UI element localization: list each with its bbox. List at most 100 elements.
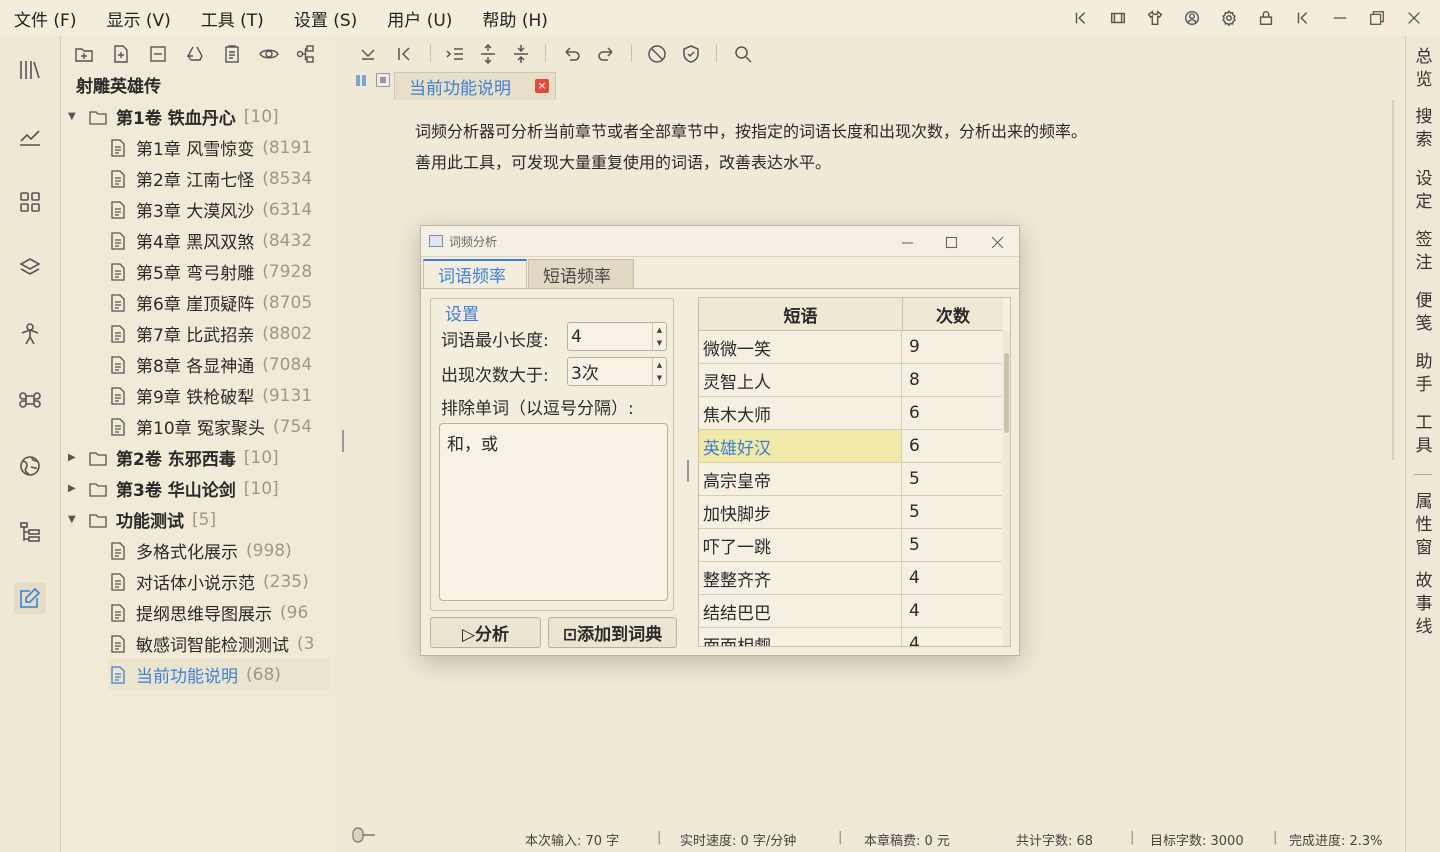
recycle-icon[interactable] [183,42,207,66]
tab-word-frequency[interactable]: 词语频率 [423,259,527,288]
indent-icon[interactable] [443,42,467,66]
tree-chapter[interactable]: 敏感词智能检测测试 (3 [108,628,330,659]
tree-chapter[interactable]: 第1章 风雪惊变 (8191 [108,132,330,163]
editor-scrollbar[interactable] [1392,100,1394,460]
tab-menu-icon[interactable] [376,73,390,87]
right-tab-settings[interactable]: 设定 [1414,168,1434,214]
add-to-dictionary-button[interactable]: ⊡添加到词典 [548,617,677,648]
tab-close-icon[interactable]: × [535,79,549,93]
menu-help[interactable]: 帮助 (H) [482,6,547,31]
spin-arrows[interactable]: ▲ ▼ [652,358,666,385]
tree-volume[interactable]: ▼ 第1卷 铁血丹心 [10] [68,101,330,132]
spin-down-icon[interactable]: ▼ [657,374,662,382]
table-row[interactable]: 英雄好汉 6 [699,430,1002,463]
collapse-right-icon[interactable] [1284,0,1321,36]
library-icon[interactable] [14,54,46,86]
menu-file[interactable]: 文件 (F) [14,6,76,31]
tree-chapter[interactable]: 第7章 比武招亲 (8802 [108,318,330,349]
tree-chapter[interactable]: 第4章 黑风双煞 (8432 [108,225,330,256]
scrollbar-thumb[interactable] [1004,353,1009,433]
table-row[interactable]: 微微一笑 9 [699,331,1002,364]
tree-chapter[interactable]: 第10章 冤家聚头 (754 [108,411,330,442]
globe-icon[interactable] [14,450,46,482]
tree-chapter[interactable]: 多格式化展示 (998) [108,535,330,566]
column-header-phrase[interactable]: 短语 [699,298,903,331]
right-tab-search[interactable]: 搜索 [1414,106,1434,152]
column-header-count[interactable]: 次数 [903,298,1003,331]
tree-chapter[interactable]: 第8章 各显神通 (7084 [108,349,330,380]
table-row[interactable]: 灵智上人 8 [699,364,1002,397]
clipboard-icon[interactable] [220,42,244,66]
maximize-icon[interactable] [940,231,962,253]
right-tab-notes[interactable]: 签注 [1414,229,1434,275]
min-count-spinbox[interactable]: 3次 ▲ ▼ [567,357,667,386]
collapse-arrow-icon[interactable]: ▶ [68,452,80,463]
outline-icon[interactable] [14,516,46,548]
layers-icon[interactable] [14,252,46,284]
chevron-down-icon[interactable] [356,42,380,66]
menu-tools[interactable]: 工具 (T) [201,6,264,31]
share-tree-icon[interactable] [294,42,318,66]
collapse-icon[interactable] [392,42,416,66]
shield-check-icon[interactable] [679,42,703,66]
minimize-icon[interactable] [896,231,918,253]
compress-lines-icon[interactable] [509,42,533,66]
new-doc-icon[interactable] [109,42,133,66]
right-tab-storyline[interactable]: 故事线 [1414,570,1434,639]
table-row[interactable]: 焦木大师 6 [699,397,1002,430]
tree-volume[interactable]: ▼ 功能测试 [5] [68,504,330,535]
menu-settings[interactable]: 设置 (S) [294,6,357,31]
grid-icon[interactable] [14,186,46,218]
spin-arrows[interactable]: ▲ ▼ [652,323,666,350]
panel-splitter-handle[interactable] [342,430,344,452]
tree-chapter[interactable]: 第9章 铁枪破犁 (9131 [108,380,330,411]
table-row[interactable]: 加快脚步 5 [699,496,1002,529]
right-tab-assistant[interactable]: 助手 [1414,351,1434,397]
chart-icon[interactable] [14,120,46,152]
spin-up-icon[interactable]: ▲ [657,326,662,334]
right-tab-overview[interactable]: 总览 [1414,46,1434,92]
redo-icon[interactable] [594,42,618,66]
fullscreen-icon[interactable] [1099,0,1136,36]
spin-up-icon[interactable]: ▲ [657,361,662,369]
collapse-left-icon[interactable] [1062,0,1099,36]
exclude-words-input[interactable]: 和，或 [439,423,668,601]
expand-arrow-icon[interactable]: ▼ [68,111,80,122]
dialog-titlebar[interactable]: 词频分析 [421,226,1019,257]
tree-chapter[interactable]: 第6章 崖顶疑阵 (8705 [108,287,330,318]
tree-chapter[interactable]: 当前功能说明 (68) [108,659,330,690]
tree-chapter[interactable]: 第5章 弯弓射雕 (7928 [108,256,330,287]
menu-user[interactable]: 用户 (U) [387,6,452,31]
tree-volume[interactable]: ▶ 第2卷 东邪西毒 [10] [68,442,330,473]
tree-chapter[interactable]: 提纲思维导图展示 (96 [108,597,330,628]
theme-shirt-icon[interactable] [1136,0,1173,36]
close-icon[interactable] [1395,0,1432,36]
right-tab-properties[interactable]: 属性窗 [1414,491,1434,560]
tree-chapter[interactable]: 第3章 大漠风沙 (6314 [108,194,330,225]
min-length-spinbox[interactable]: 4 ▲ ▼ [567,322,667,351]
right-tab-memo[interactable]: 便笺 [1414,290,1434,336]
spin-down-icon[interactable]: ▼ [657,339,662,347]
search-icon[interactable] [731,42,755,66]
table-row[interactable]: 吓了一跳 5 [699,529,1002,562]
expand-arrow-icon[interactable]: ▼ [68,514,80,525]
tree-chapter[interactable]: 第2章 江南七怪 (8534 [108,163,330,194]
minimize-icon[interactable] [1321,0,1358,36]
tree-volume[interactable]: ▶ 第3卷 华山论剑 [10] [68,473,330,504]
editor-icon[interactable] [14,582,46,614]
tab-phrase-frequency[interactable]: 短语频率 [528,259,634,288]
dialog-splitter-handle[interactable] [687,460,689,482]
user-icon[interactable] [1173,0,1210,36]
table-row[interactable]: 结结巴巴 4 [699,595,1002,628]
analyze-button[interactable]: ▷分析 [430,617,541,648]
eye-icon[interactable] [257,42,281,66]
menu-view[interactable]: 显示 (V) [106,6,170,31]
undo-icon[interactable] [560,42,584,66]
lock-icon[interactable] [1247,0,1284,36]
collapse-arrow-icon[interactable]: ▶ [68,483,80,494]
expand-lines-icon[interactable] [476,42,500,66]
bookmark-icon[interactable] [355,73,369,87]
command-icon[interactable] [14,384,46,416]
restore-icon[interactable] [1358,0,1395,36]
table-row[interactable]: 高宗皇帝 5 [699,463,1002,496]
